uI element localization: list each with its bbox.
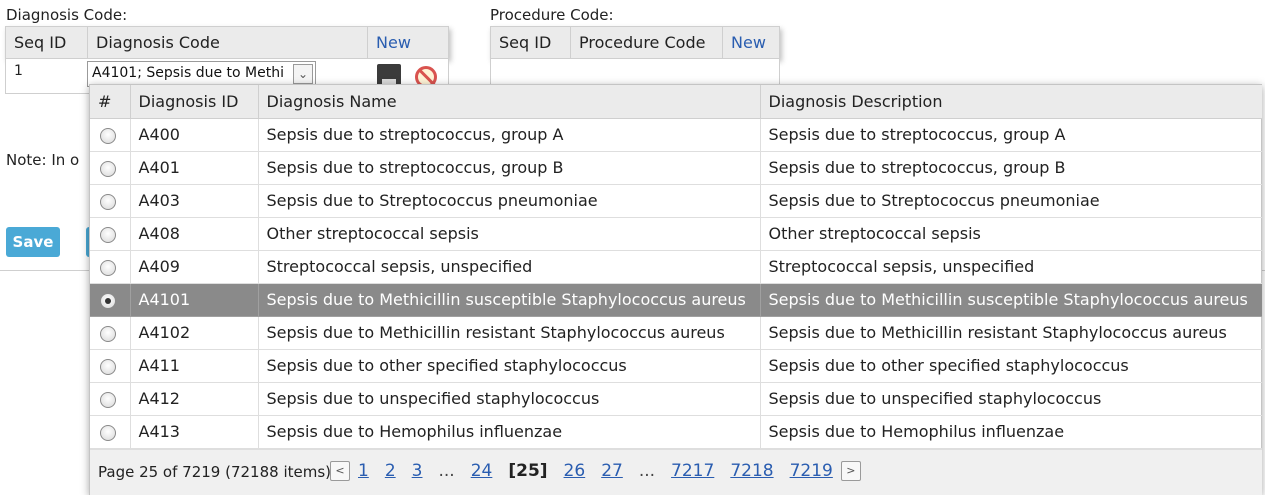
row-diagnosis-name: Sepsis due to Hemophilus influenzae xyxy=(258,415,761,449)
row-diagnosis-id: A409 xyxy=(130,250,259,284)
pager-page-link[interactable]: 3 xyxy=(412,461,423,481)
pager-page-link[interactable]: 7219 xyxy=(790,461,833,481)
row-diagnosis-name: Sepsis due to streptococcus, group A xyxy=(258,118,761,152)
row-radio[interactable] xyxy=(100,292,116,309)
pager-page-link[interactable]: 26 xyxy=(564,461,586,481)
row-diagnosis-id: A408 xyxy=(130,217,259,251)
row-diagnosis-description: Sepsis due to Streptococcus pneumoniae xyxy=(760,184,1262,218)
row-diagnosis-description: Sepsis due to unspecified staphylococcus xyxy=(760,382,1262,416)
pager-page-link[interactable]: 2 xyxy=(385,461,396,481)
pager: Page 25 of 7219 (72188 items) <1 2 3... 24 [… xyxy=(90,449,1262,495)
row-diagnosis-description: Streptococcal sepsis, unspecified xyxy=(760,250,1262,284)
pager-current-page: [25] xyxy=(508,461,548,481)
row-diagnosis-id: A4101 xyxy=(130,283,259,317)
pager-items: <1 2 3... 24 [25] 26 27... 7217 7218 7219 > xyxy=(330,461,861,481)
row-diagnosis-description: Sepsis due to Hemophilus influenzae xyxy=(760,415,1262,449)
pager-next-icon[interactable]: > xyxy=(840,461,861,481)
row-diagnosis-name: Streptococcal sepsis, unspecified xyxy=(258,250,761,284)
pager-page-link[interactable]: 24 xyxy=(471,461,493,481)
dropdown-header-row: # Diagnosis ID Diagnosis Name Diagnosis … xyxy=(90,85,1262,119)
row-diagnosis-description: Sepsis due to Methicillin susceptible St… xyxy=(760,283,1262,317)
row-diagnosis-description: Sepsis due to streptococcus, group B xyxy=(760,151,1262,185)
row-radio[interactable] xyxy=(100,259,116,276)
row-diagnosis-id: A400 xyxy=(130,118,259,152)
diagnosis-dropdown: # Diagnosis ID Diagnosis Name Diagnosis … xyxy=(89,84,1262,495)
row-radio[interactable] xyxy=(100,193,116,210)
procedure-col-code: Procedure Code xyxy=(571,27,723,58)
dropdown-row[interactable]: A400 Sepsis due to streptococcus, group A… xyxy=(90,118,1262,152)
row-radio[interactable] xyxy=(100,325,116,342)
col-number: # xyxy=(90,85,131,119)
pager-page-link[interactable]: 7217 xyxy=(671,461,714,481)
row-diagnosis-name: Sepsis due to Methicillin resistant Stap… xyxy=(258,316,761,350)
pager-ellipsis: ... xyxy=(438,461,455,481)
row-diagnosis-name: Sepsis due to other specified staphyloco… xyxy=(258,349,761,383)
dropdown-row[interactable]: A409 Streptococcal sepsis, unspecified Str… xyxy=(90,250,1262,284)
row-diagnosis-description: Sepsis due to other specified staphyloco… xyxy=(760,349,1262,383)
col-diagnosis-name: Diagnosis Name xyxy=(258,85,761,119)
row-diagnosis-name: Sepsis due to streptococcus, group B xyxy=(258,151,761,185)
dropdown-row[interactable]: A413 Sepsis due to Hemophilus influenzae S… xyxy=(90,415,1262,449)
pager-prev-icon[interactable]: < xyxy=(330,461,350,481)
row-radio[interactable] xyxy=(100,160,116,177)
dropdown-row[interactable]: A401 Sepsis due to streptococcus, group B… xyxy=(90,151,1262,185)
row-diagnosis-id: A411 xyxy=(130,349,259,383)
diagnosis-dropdown-table: # Diagnosis ID Diagnosis Name Diagnosis … xyxy=(90,85,1262,449)
note-text: Note: In o xyxy=(6,151,80,169)
diagnosis-grid-header: Seq ID Diagnosis Code New xyxy=(5,26,449,59)
row-diagnosis-id: A413 xyxy=(130,415,259,449)
col-diagnosis-description: Diagnosis Description xyxy=(760,85,1262,119)
row-radio[interactable] xyxy=(100,424,116,441)
pager-page-link[interactable]: 27 xyxy=(601,461,623,481)
dropdown-row[interactable]: A4102 Sepsis due to Methicillin resistant… xyxy=(90,316,1262,350)
procedure-new-link[interactable]: New xyxy=(731,33,766,52)
pager-info: Page 25 of 7219 (72188 items) xyxy=(98,463,331,481)
pager-ellipsis: ... xyxy=(638,461,656,481)
row-radio[interactable] xyxy=(100,226,116,243)
row-diagnosis-description: Sepsis due to Methicillin resistant Stap… xyxy=(760,316,1262,350)
row-diagnosis-id: A412 xyxy=(130,382,259,416)
diagnosis-row-seq: 1 xyxy=(14,63,23,79)
dropdown-row[interactable]: A408 Other streptococcal sepsis Other stre… xyxy=(90,217,1262,251)
row-radio[interactable] xyxy=(100,358,116,375)
row-diagnosis-id: A403 xyxy=(130,184,259,218)
dropdown-row[interactable]: A411 Sepsis due to other specified staphy… xyxy=(90,349,1262,383)
dropdown-row[interactable]: A4101 Sepsis due to Methicillin susceptib… xyxy=(90,283,1262,317)
dropdown-row[interactable]: A412 Sepsis due to unspecified staphyloco… xyxy=(90,382,1262,416)
row-diagnosis-description: Sepsis due to streptococcus, group A xyxy=(760,118,1262,152)
row-diagnosis-description: Other streptococcal sepsis xyxy=(760,217,1262,251)
pager-page-link[interactable]: 7218 xyxy=(730,461,773,481)
row-diagnosis-name: Other streptococcal sepsis xyxy=(258,217,761,251)
row-diagnosis-id: A4102 xyxy=(130,316,259,350)
procedure-col-seq: Seq ID xyxy=(491,27,571,58)
diagnosis-col-code: Diagnosis Code xyxy=(88,27,368,58)
row-diagnosis-name: Sepsis due to Streptococcus pneumoniae xyxy=(258,184,761,218)
row-diagnosis-name: Sepsis due to unspecified staphylococcus xyxy=(258,382,761,416)
save-button[interactable]: Save xyxy=(6,227,60,257)
diagnosis-code-label: Diagnosis Code: xyxy=(6,6,128,24)
pager-page-link[interactable]: 1 xyxy=(358,461,369,481)
row-diagnosis-name: Sepsis due to Methicillin susceptible St… xyxy=(258,283,761,317)
row-radio[interactable] xyxy=(100,391,116,408)
row-radio[interactable] xyxy=(100,127,116,144)
chevron-down-icon[interactable]: ⌄ xyxy=(293,64,313,84)
dropdown-row[interactable]: A403 Sepsis due to Streptococcus pneumoni… xyxy=(90,184,1262,218)
combobox-value: A4101; Sepsis due to Methi xyxy=(92,65,284,81)
diagnosis-col-seq: Seq ID xyxy=(6,27,88,58)
procedure-code-label: Procedure Code: xyxy=(490,6,614,24)
procedure-grid-header: Seq ID Procedure Code New xyxy=(490,26,780,59)
col-diagnosis-id: Diagnosis ID xyxy=(130,85,259,119)
diagnosis-new-link[interactable]: New xyxy=(376,33,411,52)
row-diagnosis-id: A401 xyxy=(130,151,259,185)
